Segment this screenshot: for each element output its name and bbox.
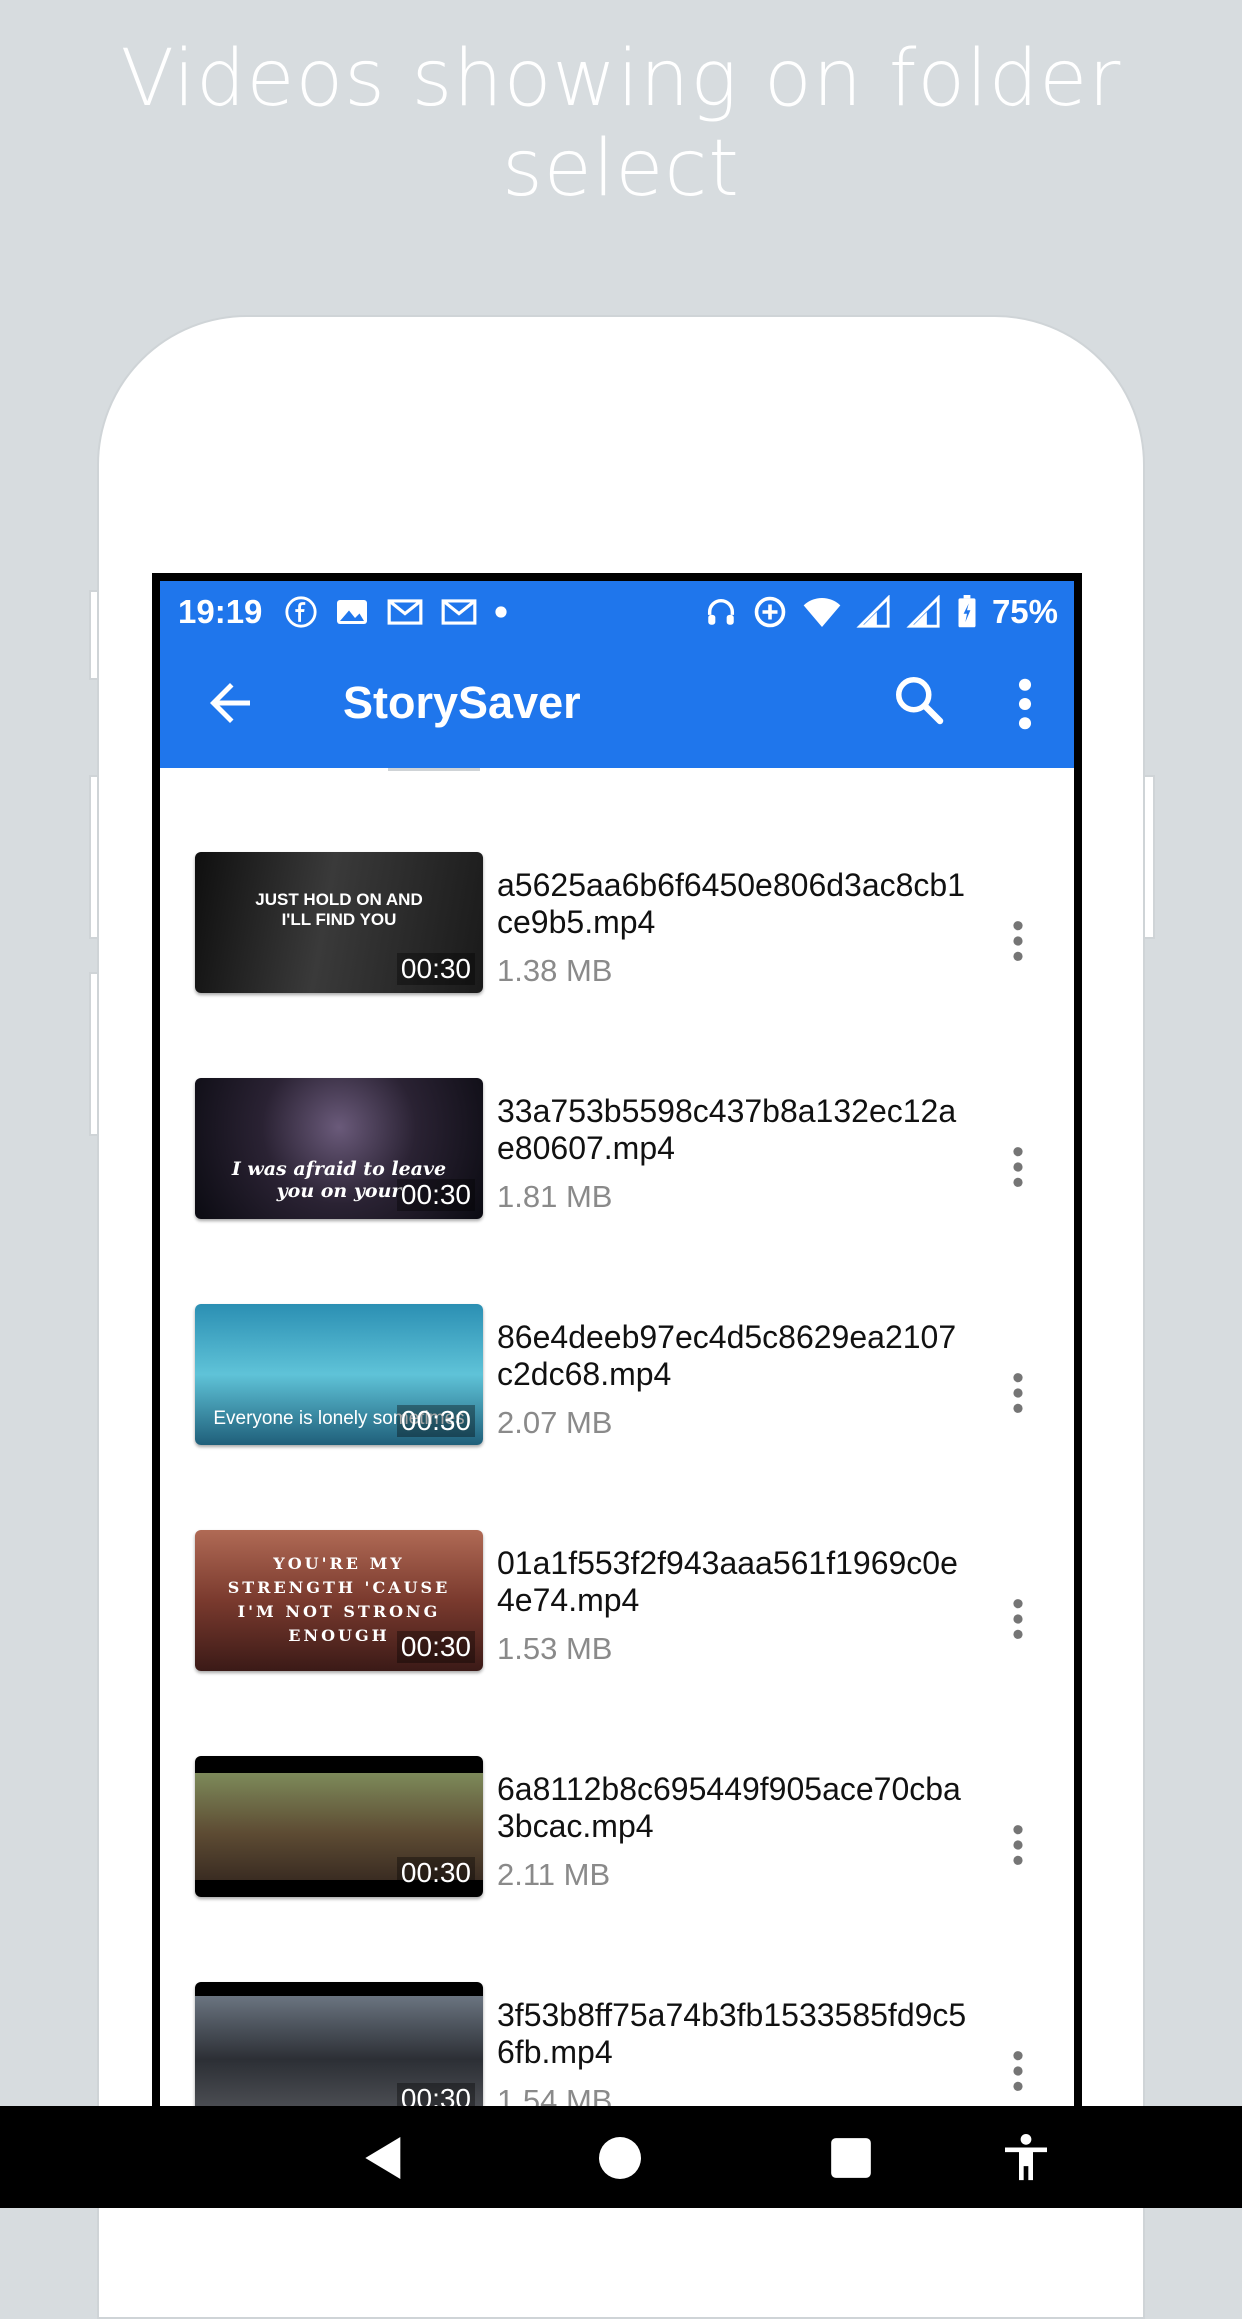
video-file-name: 86e4deeb97ec4d5c8629ea2107c2dc68.mp4: [497, 1319, 957, 1392]
app-bar: StorySaver: [160, 643, 1074, 768]
video-file-size: 1.81 MB: [497, 1179, 613, 1214]
video-duration: 00:30: [396, 953, 475, 985]
status-bar: 19:19 75%: [160, 581, 1074, 643]
nav-home-icon[interactable]: [592, 2130, 648, 2186]
video-thumbnail[interactable]: JUST HOLD ON AND I'LL FIND YOU 00:30: [195, 852, 483, 993]
video-list-item[interactable]: 00:30 6a8112b8c695449f905ace70cba3bcac.m…: [160, 1675, 1074, 1901]
video-duration: 00:30: [396, 1179, 475, 1211]
video-thumbnail[interactable]: 00:30: [195, 1756, 483, 1897]
video-file-name: a5625aa6b6f6450e806d3ac8cb1ce9b5.mp4: [497, 867, 966, 940]
video-thumbnail[interactable]: I was afraid to leave you on your 00:30: [195, 1078, 483, 1219]
facebook-icon: [285, 596, 317, 628]
battery-icon: [958, 595, 976, 628]
nav-recents-icon[interactable]: [823, 2130, 879, 2186]
gmail-icon: [387, 599, 423, 625]
accessibility-icon[interactable]: [998, 2130, 1054, 2186]
item-more-icon[interactable]: [1003, 1370, 1033, 1416]
gmail-icon: [441, 599, 477, 625]
video-list-item[interactable]: JUST HOLD ON AND I'LL FIND YOU 00:30 a56…: [160, 771, 1074, 997]
search-icon[interactable]: [890, 671, 950, 731]
video-file-size: 1.53 MB: [497, 1631, 613, 1666]
headline: Videos showing on folder select: [120, 34, 1122, 214]
video-list-item[interactable]: Everyone is lonely sometimes 00:30 86e4d…: [160, 1223, 1074, 1449]
video-thumbnail[interactable]: 00:30: [195, 1982, 483, 2123]
nav-back-icon[interactable]: [356, 2130, 412, 2186]
video-file-name: 01a1f553f2f943aaa561f1969c0e4e74.mp4: [497, 1545, 958, 1618]
back-arrow-icon[interactable]: [200, 673, 260, 733]
video-duration: 00:30: [396, 1631, 475, 1663]
dot-icon: [495, 606, 508, 618]
notification-icons: [284, 595, 508, 629]
item-more-icon[interactable]: [1003, 2048, 1033, 2094]
video-file-name: 3f53b8ff75a74b3fb1533585fd9c56fb.mp4: [497, 1997, 967, 2070]
video-file-size: 1.38 MB: [497, 953, 613, 988]
video-thumbnail[interactable]: YOU'RE MY STRENGTH 'CAUSE I'M NOT STRONG…: [195, 1530, 483, 1671]
sync-icon: [754, 596, 786, 628]
app-window: 19:19 75% StorySaver JUST HOLD ON AND I'…: [160, 581, 1074, 2208]
signal-icon: [856, 595, 890, 628]
headphones-icon: [707, 599, 734, 625]
video-file-name: 6a8112b8c695449f905ace70cba3bcac.mp4: [497, 1771, 961, 1844]
item-more-icon[interactable]: [1003, 1144, 1033, 1190]
thumbnail-caption: JUST HOLD ON AND I'LL FIND YOU: [255, 890, 423, 929]
video-list[interactable]: JUST HOLD ON AND I'LL FIND YOU 00:30 a56…: [160, 771, 1074, 2127]
battery-percentage: 75%: [991, 593, 1058, 630]
video-thumbnail[interactable]: Everyone is lonely sometimes 00:30: [195, 1304, 483, 1445]
video-duration: 00:30: [396, 1405, 475, 1437]
app-title: StorySaver: [343, 677, 581, 728]
video-duration: 00:30: [396, 1857, 475, 1889]
status-time: 19:19: [178, 593, 263, 630]
item-more-icon[interactable]: [1003, 918, 1033, 964]
item-more-icon[interactable]: [1003, 1596, 1033, 1642]
image-icon: [337, 600, 368, 624]
item-more-icon[interactable]: [1003, 1822, 1033, 1868]
video-file-name: 33a753b5598c437b8a132ec12ae80607.mp4: [497, 1093, 957, 1166]
video-list-item[interactable]: 00:30 3f53b8ff75a74b3fb1533585fd9c56fb.m…: [160, 1901, 1074, 2127]
system-icons: 75%: [704, 593, 1058, 631]
video-list-item[interactable]: YOU'RE MY STRENGTH 'CAUSE I'M NOT STRONG…: [160, 1449, 1074, 1675]
video-file-size: 2.07 MB: [497, 1405, 613, 1440]
signal-icon: [906, 595, 940, 628]
phone-screen: 19:19 75% StorySaver JUST HOLD ON AND I'…: [152, 573, 1082, 2208]
video-list-item[interactable]: I was afraid to leave you on your 00:30 …: [160, 997, 1074, 1223]
overflow-menu-icon[interactable]: [1005, 671, 1045, 737]
video-file-size: 2.11 MB: [497, 1857, 611, 1892]
wifi-icon: [803, 598, 841, 627]
navigation-bar: [0, 2106, 1242, 2208]
